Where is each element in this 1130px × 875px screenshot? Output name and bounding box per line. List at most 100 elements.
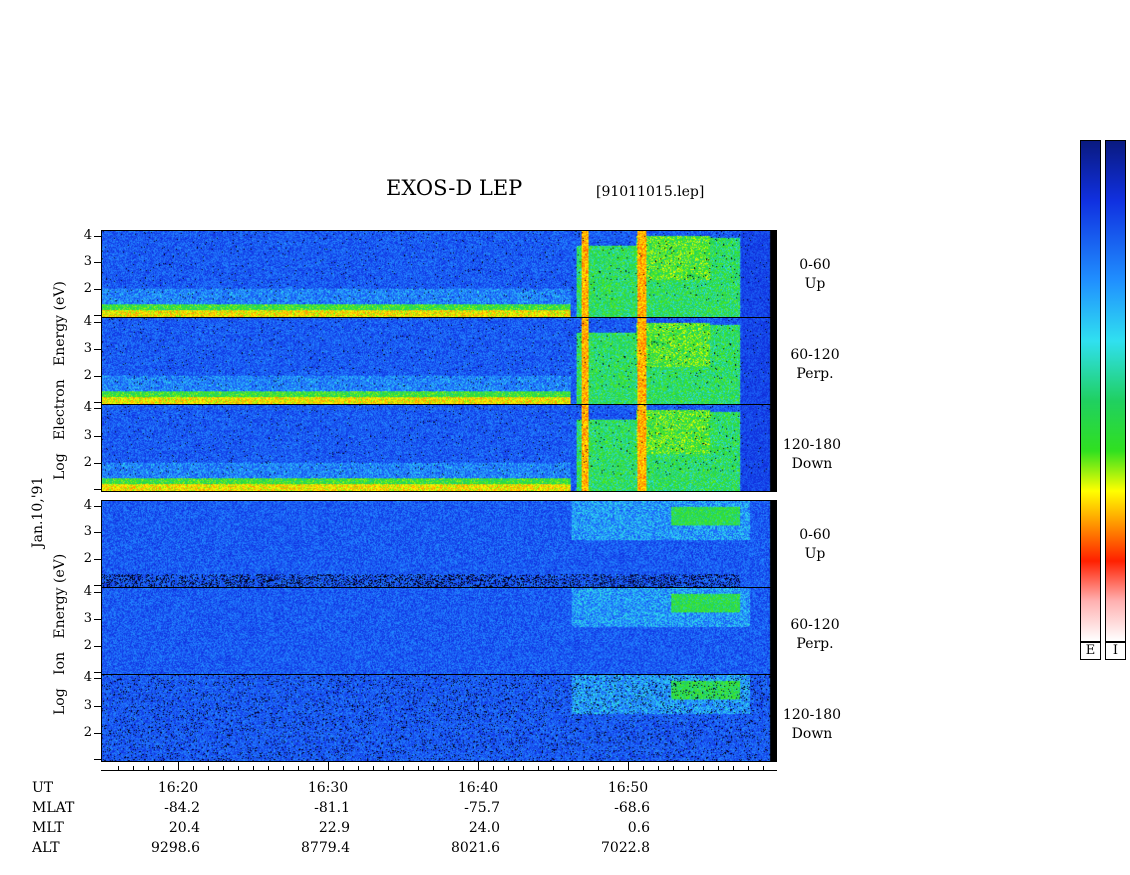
x-minor-tick xyxy=(598,766,599,771)
electron-perp-panel xyxy=(101,317,777,405)
x-minor-tick xyxy=(703,766,704,771)
panel-label: 0-60 Up xyxy=(799,527,831,562)
y-tick-label: 4 xyxy=(83,670,92,685)
x-minor-tick xyxy=(358,766,359,771)
x-major-tick xyxy=(628,762,629,771)
electron-down-panel xyxy=(101,404,777,492)
ion-perp-panel xyxy=(101,587,777,675)
x-tick-label: 16:40 xyxy=(457,780,499,796)
file-id: [91011015.lep] xyxy=(596,184,705,200)
chart-title: EXOS-D LEP xyxy=(386,176,523,200)
y-tick-label: 4 xyxy=(83,498,92,513)
mlt-value: 0.6 xyxy=(627,820,650,836)
x-minor-tick xyxy=(448,766,449,771)
panel-label: 60-120 Perp. xyxy=(790,617,840,652)
ion-axis-label: Log Ion Energy (eV) xyxy=(52,553,68,715)
electron-axis-label: Log Electron Energy (eV) xyxy=(52,281,68,480)
electron-colorbar xyxy=(1080,140,1101,642)
mlat-value: -84.2 xyxy=(164,800,200,816)
mlat-value: -75.7 xyxy=(464,800,500,816)
y-tick-label: 3 xyxy=(83,428,92,443)
x-minor-tick xyxy=(553,766,554,771)
ion-colorbar xyxy=(1105,140,1126,642)
x-minor-tick xyxy=(493,766,494,771)
x-minor-tick xyxy=(643,766,644,771)
x-minor-tick xyxy=(343,766,344,771)
x-minor-tick xyxy=(523,766,524,771)
colorbar-label-e: E xyxy=(1080,642,1101,660)
x-minor-tick xyxy=(388,766,389,771)
mlat-value: -81.1 xyxy=(314,800,350,816)
x-minor-tick xyxy=(403,766,404,771)
row-name-mlat: MLAT xyxy=(32,800,75,816)
y-tick-label: 4 xyxy=(83,584,92,599)
x-minor-tick xyxy=(313,766,314,771)
ion-up-panel xyxy=(101,500,777,588)
x-minor-tick xyxy=(718,766,719,771)
x-major-tick xyxy=(478,762,479,771)
y-tick-label: 2 xyxy=(83,281,92,296)
colorbar-label-i: I xyxy=(1105,642,1126,660)
x-minor-tick xyxy=(508,766,509,771)
x-minor-tick xyxy=(538,766,539,771)
mlt-value: 20.4 xyxy=(168,820,200,836)
y-tick-label: 3 xyxy=(83,611,92,626)
row-name-ut: UT xyxy=(32,780,54,796)
y-tick-label: 3 xyxy=(83,341,92,356)
ion-down-panel xyxy=(101,674,777,762)
mlt-value: 24.0 xyxy=(468,820,500,836)
x-axis-line xyxy=(101,770,777,771)
panel-label: 120-180 Down xyxy=(782,707,842,742)
y-tick-label: 3 xyxy=(83,698,92,713)
y-tick-label: 2 xyxy=(83,368,92,383)
y-tick-label: 2 xyxy=(83,455,92,470)
x-tick-label: 16:20 xyxy=(157,780,199,796)
x-major-tick xyxy=(178,762,179,771)
alt-value: 7022.8 xyxy=(601,840,650,856)
alt-value: 8021.6 xyxy=(451,840,500,856)
x-minor-tick xyxy=(568,766,569,771)
mlat-value: -68.6 xyxy=(614,800,650,816)
y-tick-label: 2 xyxy=(83,551,92,566)
x-minor-tick xyxy=(268,766,269,771)
mlt-value: 22.9 xyxy=(318,820,350,836)
x-tick-label: 16:50 xyxy=(607,780,649,796)
row-name-mlt: MLT xyxy=(32,820,64,836)
x-minor-tick xyxy=(763,766,764,771)
x-tick-label: 16:30 xyxy=(307,780,349,796)
x-minor-tick xyxy=(613,766,614,771)
x-minor-tick xyxy=(253,766,254,771)
x-minor-tick xyxy=(133,766,134,771)
x-minor-tick xyxy=(433,766,434,771)
x-minor-tick xyxy=(193,766,194,771)
y-tick-label: 4 xyxy=(83,228,92,243)
panel-label: 120-180 Down xyxy=(782,437,842,472)
x-minor-tick xyxy=(688,766,689,771)
y-tick-label: 4 xyxy=(83,400,92,415)
x-minor-tick xyxy=(208,766,209,771)
x-minor-tick xyxy=(748,766,749,771)
y-tick-label: 3 xyxy=(83,254,92,269)
y-tick-label: 4 xyxy=(83,314,92,329)
alt-value: 8779.4 xyxy=(301,840,350,856)
x-minor-tick xyxy=(583,766,584,771)
x-minor-tick xyxy=(118,766,119,771)
x-minor-tick xyxy=(733,766,734,771)
y-tick-label: 3 xyxy=(83,524,92,539)
x-minor-tick xyxy=(163,766,164,771)
electron-up-panel xyxy=(101,230,777,318)
y-tick-label: 2 xyxy=(83,638,92,653)
y-tick-label: 2 xyxy=(83,725,92,740)
panel-label: 0-60 Up xyxy=(799,257,831,292)
alt-value: 9298.6 xyxy=(151,840,200,856)
x-minor-tick xyxy=(223,766,224,771)
x-minor-tick xyxy=(418,766,419,771)
x-minor-tick xyxy=(238,766,239,771)
x-minor-tick xyxy=(373,766,374,771)
panel-label: 60-120 Perp. xyxy=(790,347,840,382)
x-minor-tick xyxy=(283,766,284,771)
date-label: Jan.10,'91 xyxy=(30,476,46,548)
x-minor-tick xyxy=(463,766,464,771)
row-name-alt: ALT xyxy=(32,840,60,856)
x-minor-tick xyxy=(148,766,149,771)
